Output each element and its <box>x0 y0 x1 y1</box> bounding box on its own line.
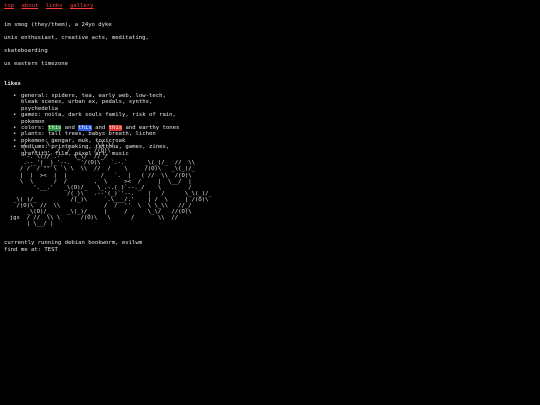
system-info: currently running debian bookworm, evilw… <box>4 240 143 246</box>
color-swatch-green: this <box>47 125 62 132</box>
nav-link-gallery[interactable]: gallery <box>70 3 94 9</box>
likes-heading: likes <box>4 80 21 87</box>
colors-and: and <box>91 125 109 132</box>
list-item-general: general: spiders, tea, early web, low-te… <box>13 93 181 112</box>
intro-block: im smog (they/them), a 24yo dyke unix en… <box>4 16 534 74</box>
page: top about links gallery im smog (they/th… <box>4 3 534 157</box>
color-swatch-red: this <box>108 125 123 132</box>
colors-and: and <box>61 125 79 132</box>
color-swatch-blue: this <box>78 125 92 132</box>
intro-line: us eastern timezone <box>4 60 68 67</box>
top-nav: top about links gallery <box>4 3 534 10</box>
footer: currently running debian bookworm, evilw… <box>4 240 142 253</box>
colors-suffix: and earthy tones <box>122 125 180 132</box>
nav-link-about[interactable]: about <box>21 3 38 9</box>
intro-line: skateboarding <box>4 48 48 54</box>
intro-line: unix enthusiast, creative acts, meditati… <box>4 35 149 42</box>
intro-line: im smog (they/them), a 24yo dyke <box>4 22 112 29</box>
ascii-art-flowers: __ / \ _\( )/_ \ \ ,, / / _ /(O)\ '-.`\(… <box>9 136 212 228</box>
list-item-games: games: noita, dark souls family, risk of… <box>13 112 181 125</box>
contact-line: find me at: TEST <box>4 246 58 253</box>
colors-prefix: colors: <box>21 125 48 132</box>
nav-link-top[interactable]: top <box>4 3 14 9</box>
nav-link-links[interactable]: links <box>46 3 63 9</box>
